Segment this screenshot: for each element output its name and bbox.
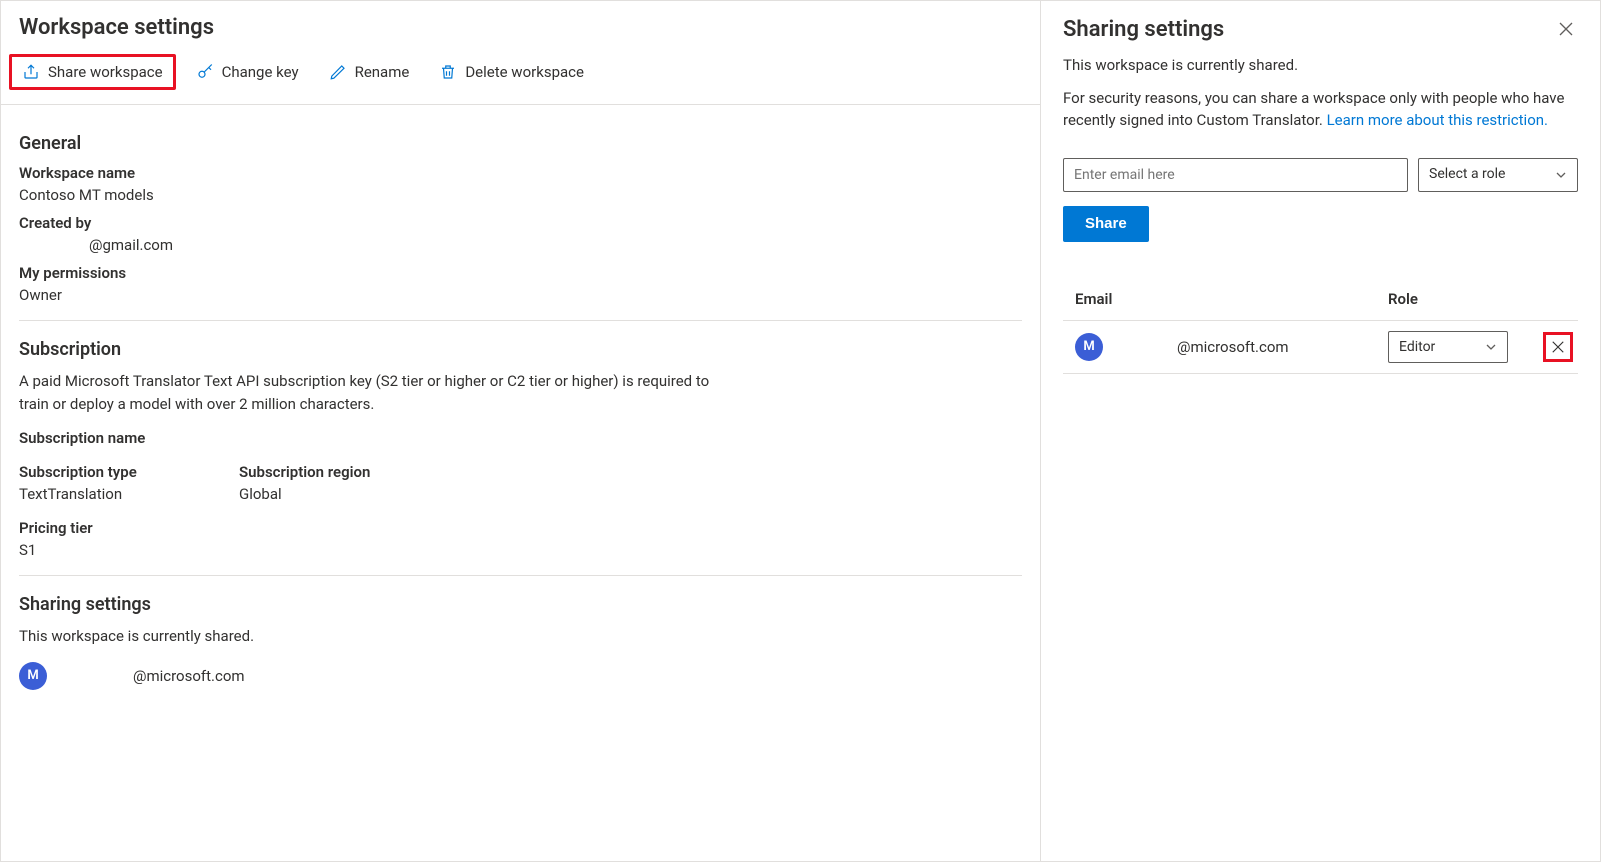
permissions-value: Owner: [19, 286, 1022, 304]
general-header: General: [19, 133, 1022, 154]
share-table: Email Role M @microsoft.com Editor: [1063, 278, 1578, 375]
delete-workspace-label: Delete workspace: [465, 63, 584, 81]
share-button[interactable]: Share: [1063, 206, 1149, 242]
share-icon: [22, 63, 40, 81]
key-icon: [196, 63, 214, 81]
avatar: M: [1075, 333, 1103, 361]
pricing-tier-label: Pricing tier: [19, 519, 1022, 537]
content-scroll: General Workspace name Contoso MT models…: [1, 105, 1040, 710]
chevron-down-icon: [1485, 341, 1497, 353]
close-panel-button[interactable]: [1554, 17, 1578, 41]
close-icon: [1551, 340, 1565, 354]
close-icon: [1558, 21, 1574, 37]
permissions-label: My permissions: [19, 264, 1022, 282]
divider: [19, 575, 1022, 576]
share-workspace-button[interactable]: Share workspace: [9, 54, 176, 90]
created-by-label: Created by: [19, 214, 1022, 232]
subscription-desc: A paid Microsoft Translator Text API sub…: [19, 370, 739, 415]
panel-title: Sharing settings: [1063, 17, 1224, 42]
shared-user-email: @microsoft.com: [63, 667, 245, 685]
subscription-header: Subscription: [19, 339, 1022, 360]
pricing-tier-value: S1: [19, 541, 1022, 559]
created-by-value: @gmail.com: [19, 236, 1022, 254]
sharing-header: Sharing settings: [19, 594, 1022, 615]
workspace-name-label: Workspace name: [19, 164, 1022, 182]
role-select-label: Select a role: [1429, 164, 1505, 185]
role-column-header: Role: [1388, 288, 1538, 311]
trash-icon: [439, 63, 457, 81]
subscription-region-value: Global: [239, 485, 399, 503]
main-content: Workspace settings Share workspace Chang…: [1, 1, 1040, 861]
shared-user-row: M @microsoft.com: [19, 662, 1022, 690]
email-input[interactable]: [1063, 158, 1408, 192]
remove-user-button[interactable]: [1543, 332, 1573, 362]
rename-label: Rename: [355, 63, 410, 81]
subscription-type-label: Subscription type: [19, 463, 179, 481]
page-title: Workspace settings: [1, 1, 1040, 50]
workspace-name-value: Contoso MT models: [19, 186, 1022, 204]
chevron-down-icon: [1555, 169, 1567, 181]
share-workspace-label: Share workspace: [48, 63, 163, 81]
avatar: M: [19, 662, 47, 690]
subscription-type-value: TextTranslation: [19, 485, 179, 503]
delete-workspace-button[interactable]: Delete workspace: [429, 57, 594, 87]
panel-status-text: This workspace is currently shared.: [1063, 54, 1578, 77]
role-select[interactable]: Select a role: [1418, 158, 1578, 192]
toolbar: Share workspace Change key Rename Delete…: [1, 50, 1040, 105]
subscription-region-label: Subscription region: [239, 463, 399, 481]
learn-more-link[interactable]: Learn more about this restriction.: [1327, 111, 1548, 129]
divider: [19, 320, 1022, 321]
sharing-status-text: This workspace is currently shared.: [19, 625, 739, 648]
row-role-label: Editor: [1399, 337, 1435, 358]
sharing-panel: Sharing settings This workspace is curre…: [1040, 1, 1600, 861]
table-row: M @microsoft.com Editor: [1063, 320, 1578, 374]
change-key-label: Change key: [222, 63, 299, 81]
change-key-button[interactable]: Change key: [186, 57, 309, 87]
rename-button[interactable]: Rename: [319, 57, 420, 87]
row-email: @microsoft.com: [1117, 336, 1289, 359]
row-role-select[interactable]: Editor: [1388, 331, 1508, 363]
subscription-name-label: Subscription name: [19, 429, 1022, 447]
email-column-header: Email: [1063, 288, 1388, 311]
pencil-icon: [329, 63, 347, 81]
